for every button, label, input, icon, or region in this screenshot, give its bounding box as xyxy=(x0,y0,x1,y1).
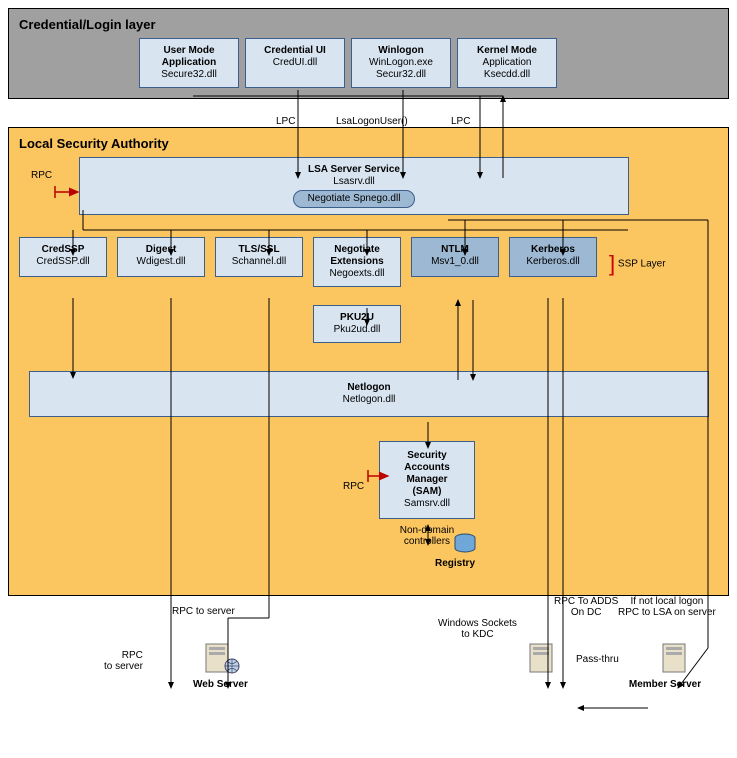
winlogon-title: Winlogon xyxy=(356,45,446,57)
negext-title: Negotiate Extensions xyxy=(318,244,396,268)
footer-area: RPC to server RPC to server Web Server W… xyxy=(8,602,729,702)
lsa-service-sub: Lsasrv.dll xyxy=(84,176,624,188)
kerberos-title: Kerberos xyxy=(514,244,592,256)
kernel-title: Kernel Mode xyxy=(462,45,552,57)
netlogon-sub: Netlogon.dll xyxy=(40,394,698,406)
pku2u-sub: Pku2ud.dll xyxy=(318,324,396,336)
web-server-label: Web Server xyxy=(193,679,248,690)
box-digest: Digest Wdigest.dll xyxy=(117,237,205,277)
box-ntlm: NTLM Msv1_0.dll xyxy=(411,237,499,277)
rpc-adds-label: RPC To ADDS On DC xyxy=(554,596,618,618)
credui-sub: CredUI.dll xyxy=(250,57,340,69)
box-negotiate-ext: Negotiate Extensions Negoexts.dll xyxy=(313,237,401,287)
credssp-title: CredSSP xyxy=(24,244,102,256)
kernel-sub: Application Ksecdd.dll xyxy=(462,57,552,81)
box-kernel-mode: Kernel Mode Application Ksecdd.dll xyxy=(457,38,557,88)
member-server-label: Member Server xyxy=(620,679,710,690)
box-user-mode-app: User Mode Application Secure32.dll xyxy=(139,38,239,88)
edge-label-lpc-right: LPC xyxy=(451,116,470,127)
user-mode-sub: Secure32.dll xyxy=(144,69,234,81)
pass-thru-label: Pass-thru xyxy=(576,654,619,665)
dc-server-icon xyxy=(524,640,560,676)
tls-title: TLS/SSL xyxy=(220,244,298,256)
member-server-block: Member Server xyxy=(640,640,710,690)
box-lsa-server-service: LSA Server Service Lsasrv.dll Negotiate … xyxy=(79,157,629,215)
pku2u-title: PKU2U xyxy=(318,312,396,324)
box-credential-ui: Credential UI CredUI.dll xyxy=(245,38,345,88)
box-pku2u: PKU2U Pku2ud.dll xyxy=(313,305,401,343)
box-winlogon: Winlogon WinLogon.exe Secur32.dll xyxy=(351,38,451,88)
not-local-label: If not local logon RPC to LSA on server xyxy=(618,596,716,618)
sam-title: Security Accounts Manager (SAM) xyxy=(384,450,470,498)
registry-icon xyxy=(453,533,477,555)
lsa-service-title: LSA Server Service xyxy=(84,164,624,176)
box-credssp: CredSSP CredSSP.dll xyxy=(19,237,107,277)
edge-label-lpc-left: LPC xyxy=(276,116,295,127)
tls-sub: Schannel.dll xyxy=(220,256,298,268)
user-mode-title: User Mode Application xyxy=(144,45,234,69)
box-sam: Security Accounts Manager (SAM) Samsrv.d… xyxy=(379,441,475,519)
web-server-block: Web Server xyxy=(193,640,248,690)
rpc-in-label: RPC xyxy=(31,170,52,181)
kerberos-sub: Kerberos.dll xyxy=(514,256,592,268)
negext-sub: Negoexts.dll xyxy=(318,268,396,280)
ssp-layer-label: ] SSP Layer xyxy=(609,251,666,277)
lsa-title: Local Security Authority xyxy=(19,136,718,151)
rpc-sam-label: RPC xyxy=(343,481,364,492)
win-sockets-label: Windows Sockets to KDC xyxy=(438,618,517,640)
box-netlogon: Netlogon Netlogon.dll xyxy=(29,371,709,417)
negotiate-spnego-pill: Negotiate Spnego.dll xyxy=(293,190,416,208)
box-kerberos: Kerberos Kerberos.dll xyxy=(509,237,597,277)
rpc-to-server-2: RPC to server xyxy=(104,650,143,672)
ntlm-sub: Msv1_0.dll xyxy=(416,256,494,268)
edge-label-lsalogon: LsaLogonUser() xyxy=(336,116,408,127)
digest-sub: Wdigest.dll xyxy=(122,256,200,268)
credssp-sub: CredSSP.dll xyxy=(24,256,102,268)
registry-label: Registry xyxy=(423,558,487,569)
web-server-icon xyxy=(200,640,240,676)
sam-sub: Samsrv.dll xyxy=(384,498,470,510)
digest-title: Digest xyxy=(122,244,200,256)
box-tlsssl: TLS/SSL Schannel.dll xyxy=(215,237,303,277)
ntlm-title: NTLM xyxy=(416,244,494,256)
credential-login-layer: Credential/Login layer User Mode Applica… xyxy=(8,8,729,99)
member-server-icon xyxy=(657,640,693,676)
credential-layer-title: Credential/Login layer xyxy=(19,17,718,32)
rpc-to-server-1: RPC to server xyxy=(172,606,235,617)
dc-server-block xyxy=(524,640,560,679)
winlogon-sub: WinLogon.exe Secur32.dll xyxy=(356,57,446,81)
credui-title: Credential UI xyxy=(250,45,340,57)
netlogon-title: Netlogon xyxy=(40,382,698,394)
local-security-authority: Local Security Authority RPC LSA Server … xyxy=(8,127,729,596)
